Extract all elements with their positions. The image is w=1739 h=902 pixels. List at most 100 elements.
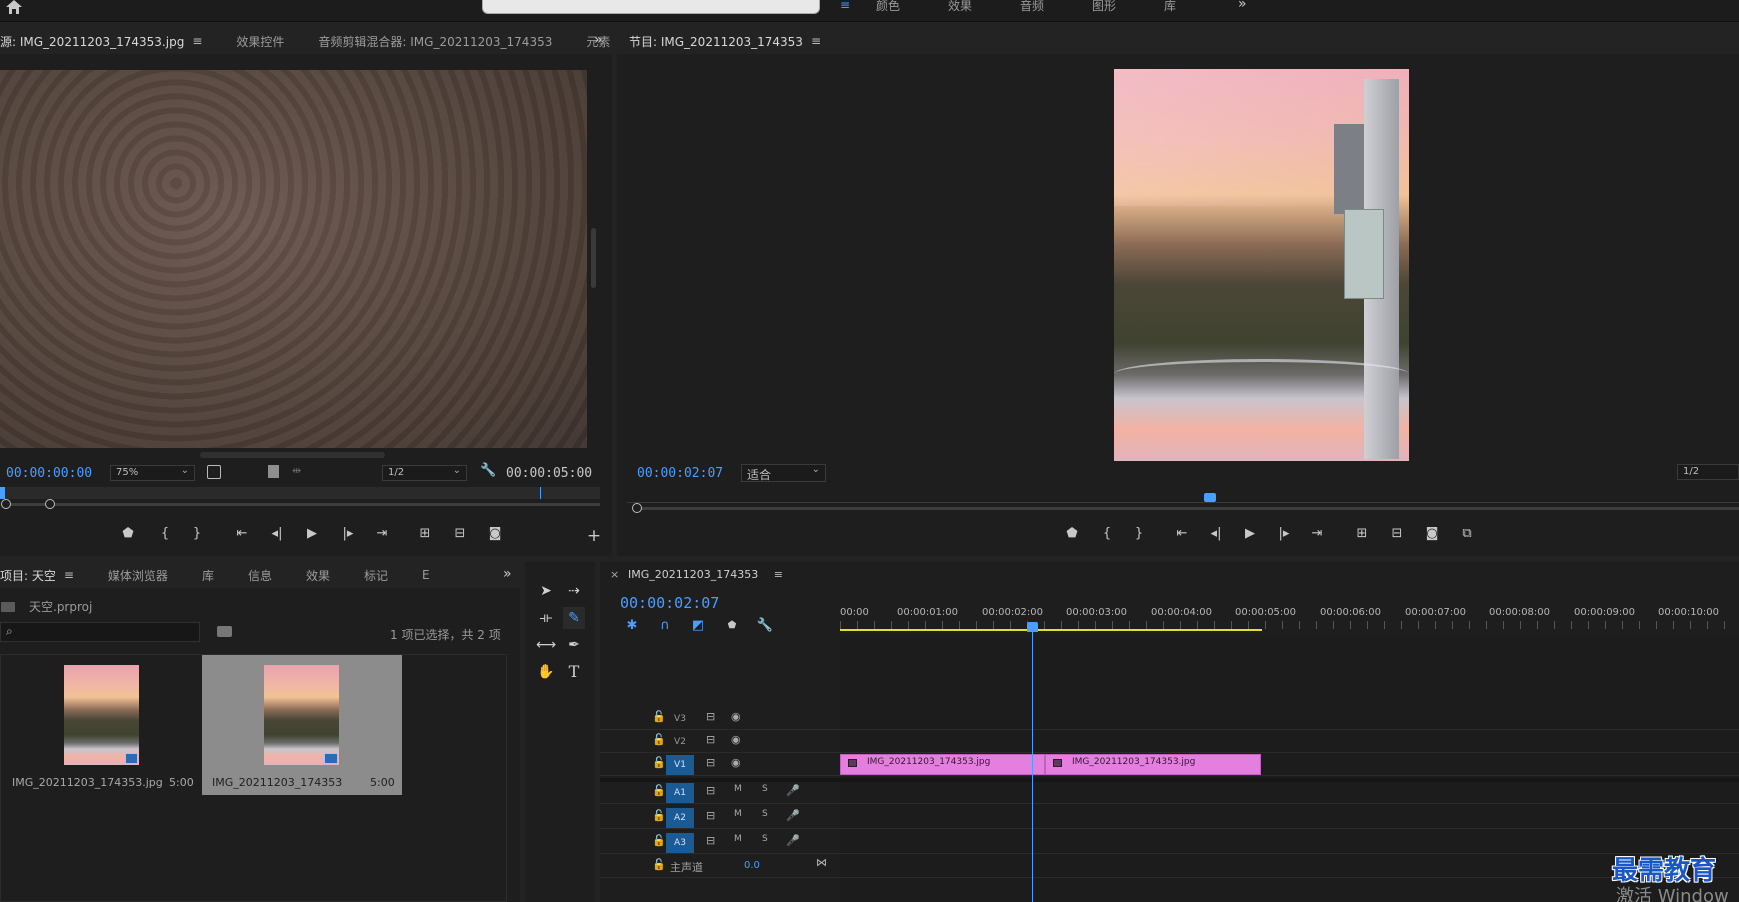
timeline-timecode[interactable]: 00:00:02:07 xyxy=(620,594,719,612)
lift-icon[interactable]: ⊞ xyxy=(1352,524,1372,544)
tab-effect-controls[interactable]: 效果控件 xyxy=(236,28,298,54)
source-playhead[interactable] xyxy=(0,487,5,499)
timeline-playhead-line[interactable] xyxy=(1032,630,1033,902)
search-input[interactable]: ⌕ xyxy=(0,622,200,642)
panel-menu-icon[interactable]: ≡ xyxy=(64,568,74,582)
step-forward-icon[interactable]: |▸ xyxy=(338,524,358,544)
lock-icon[interactable]: 🔓 xyxy=(652,809,666,822)
tab-libraries[interactable]: 库 xyxy=(202,562,228,588)
panel-menu-icon[interactable]: ≡ xyxy=(192,34,202,48)
track-label[interactable]: V3 xyxy=(666,709,694,729)
insert-clip-icon[interactable]: ⊞ xyxy=(415,524,435,544)
eye-icon[interactable]: ◉ xyxy=(731,710,741,723)
type-tool-icon[interactable]: T xyxy=(563,661,585,683)
hand-tool-icon[interactable]: ✋ xyxy=(535,661,557,683)
insert-icon[interactable]: ⇹ xyxy=(292,464,301,477)
workspace-overflow-icon[interactable]: » xyxy=(1238,0,1247,12)
program-timecode[interactable]: 00:00:02:07 xyxy=(637,466,723,481)
tab-truncated[interactable]: E xyxy=(422,562,444,588)
go-to-in-icon[interactable]: ⇤ xyxy=(232,524,252,544)
microphone-icon[interactable]: 🎤 xyxy=(786,834,800,847)
program-play-icon[interactable]: ▶ xyxy=(1240,524,1260,544)
safe-margins-icon[interactable] xyxy=(207,465,221,479)
new-bin-icon[interactable] xyxy=(217,626,232,637)
lock-icon[interactable]: 🔓 xyxy=(652,710,666,723)
lock-icon[interactable]: 🔓 xyxy=(652,756,666,769)
track-label[interactable]: A3 xyxy=(666,833,694,853)
step-back-icon[interactable]: ◂| xyxy=(267,524,287,544)
compare-view-icon[interactable]: ⧉ xyxy=(1457,524,1477,544)
track-label[interactable]: V1 xyxy=(666,755,694,775)
zoom-handle-left[interactable] xyxy=(1,499,11,509)
sync-lock-icon[interactable]: ⊟ xyxy=(706,784,715,797)
master-volume-value[interactable]: 0.0 xyxy=(744,860,760,871)
track-label[interactable]: A2 xyxy=(666,808,694,828)
track-label[interactable]: V2 xyxy=(666,732,694,752)
tab-markers[interactable]: 标记 xyxy=(364,562,402,588)
razor-tool-icon[interactable]: ✎ xyxy=(563,607,585,629)
selection-tool-icon[interactable]: ➤ xyxy=(535,580,557,602)
source-time-ruler[interactable] xyxy=(0,487,600,499)
play-icon[interactable]: ▶ xyxy=(302,524,322,544)
mute-button[interactable]: M xyxy=(734,784,742,794)
microphone-icon[interactable]: 🎤 xyxy=(786,784,800,797)
slip-tool-icon[interactable]: ⟷ xyxy=(535,634,557,656)
settings-wrench-icon[interactable]: 🔧 xyxy=(480,463,496,478)
program-playhead[interactable] xyxy=(1204,493,1216,502)
project-tabs-overflow-icon[interactable]: » xyxy=(503,566,512,582)
source-resolution-dropdown[interactable]: 1/2 ⌄ xyxy=(382,465,467,481)
extract-icon[interactable]: ⊟ xyxy=(1387,524,1407,544)
workspace-tab-audio[interactable]: 音频 xyxy=(1020,0,1044,14)
sync-lock-icon[interactable]: ⊟ xyxy=(706,756,715,769)
export-frame-icon[interactable] xyxy=(268,465,279,478)
track-select-tool-icon[interactable]: ⇢ xyxy=(563,580,585,602)
tab-program[interactable]: 节目: IMG_20211203_174353 ≡ xyxy=(629,28,835,54)
close-timeline-icon[interactable]: × xyxy=(610,568,619,581)
workspace-tab-effects[interactable]: 效果 xyxy=(948,0,972,14)
mute-button[interactable]: M xyxy=(734,834,742,844)
program-add-marker-icon[interactable]: ⬟ xyxy=(1062,524,1082,544)
timeline-clip[interactable]: IMG_20211203_174353.jpg xyxy=(840,754,1045,775)
lock-icon[interactable]: 🔓 xyxy=(652,858,666,871)
go-to-out-icon[interactable]: ⇥ xyxy=(372,524,392,544)
source-timecode-in[interactable]: 00:00:00:00 xyxy=(6,466,92,481)
zoom-handle-right[interactable] xyxy=(45,499,55,509)
camera-icon[interactable]: ◙ xyxy=(485,524,505,544)
add-button-icon[interactable]: + xyxy=(584,526,604,546)
program-zoom-bar[interactable] xyxy=(637,507,1739,510)
program-time-ruler[interactable] xyxy=(627,493,1739,503)
program-mark-out-icon[interactable]: } xyxy=(1129,524,1149,544)
project-item[interactable]: IMG_20211203_174353 5:00 xyxy=(202,655,402,795)
eye-icon[interactable]: ◉ xyxy=(731,756,741,769)
snap-icon[interactable]: ∩ xyxy=(655,616,675,636)
timeline-marker-icon[interactable]: ⬟ xyxy=(722,616,742,636)
tab-source[interactable]: 源: IMG_20211203_174353.jpg ≡ xyxy=(0,28,216,54)
program-step-back-icon[interactable]: ◂| xyxy=(1206,524,1226,544)
solo-button[interactable]: S xyxy=(762,809,768,819)
project-item[interactable]: IMG_20211203_174353.jpg 5:00 xyxy=(1,655,202,795)
solo-button[interactable]: S xyxy=(762,834,768,844)
panel-menu-icon[interactable]: ≡ xyxy=(774,568,783,581)
source-hscroll[interactable] xyxy=(200,452,385,458)
overwrite-clip-icon[interactable]: ⊟ xyxy=(450,524,470,544)
source-scrollbar[interactable] xyxy=(591,228,596,288)
tab-audio-clip-mixer[interactable]: 音频剪辑混合器: IMG_20211203_174353 xyxy=(318,28,566,54)
pen-tool-icon[interactable]: ✒ xyxy=(563,634,585,656)
tab-effects[interactable]: 效果 xyxy=(306,562,344,588)
lock-icon[interactable]: 🔓 xyxy=(652,784,666,797)
program-go-to-out-icon[interactable]: ⇥ xyxy=(1307,524,1327,544)
go-to-end-icon[interactable]: ⋈ xyxy=(816,856,827,869)
sync-lock-icon[interactable]: ⊟ xyxy=(706,809,715,822)
ripple-edit-tool-icon[interactable]: ⟛ xyxy=(535,607,557,629)
lock-icon[interactable]: 🔓 xyxy=(652,733,666,746)
add-marker-icon[interactable]: ⬟ xyxy=(118,524,138,544)
workspace-tab-libraries[interactable]: 库 xyxy=(1164,0,1176,14)
source-zoom-dropdown[interactable]: 75% ⌄ xyxy=(110,465,195,481)
program-fit-dropdown[interactable]: 适合 ⌄ xyxy=(741,464,826,482)
tab-info[interactable]: 信息 xyxy=(248,562,286,588)
eye-icon[interactable]: ◉ xyxy=(731,733,741,746)
track-label[interactable]: A1 xyxy=(666,783,694,803)
mark-in-icon[interactable]: { xyxy=(155,524,175,544)
source-tabs-overflow-icon[interactable]: » xyxy=(594,32,603,48)
program-camera-icon[interactable]: ◙ xyxy=(1422,524,1442,544)
